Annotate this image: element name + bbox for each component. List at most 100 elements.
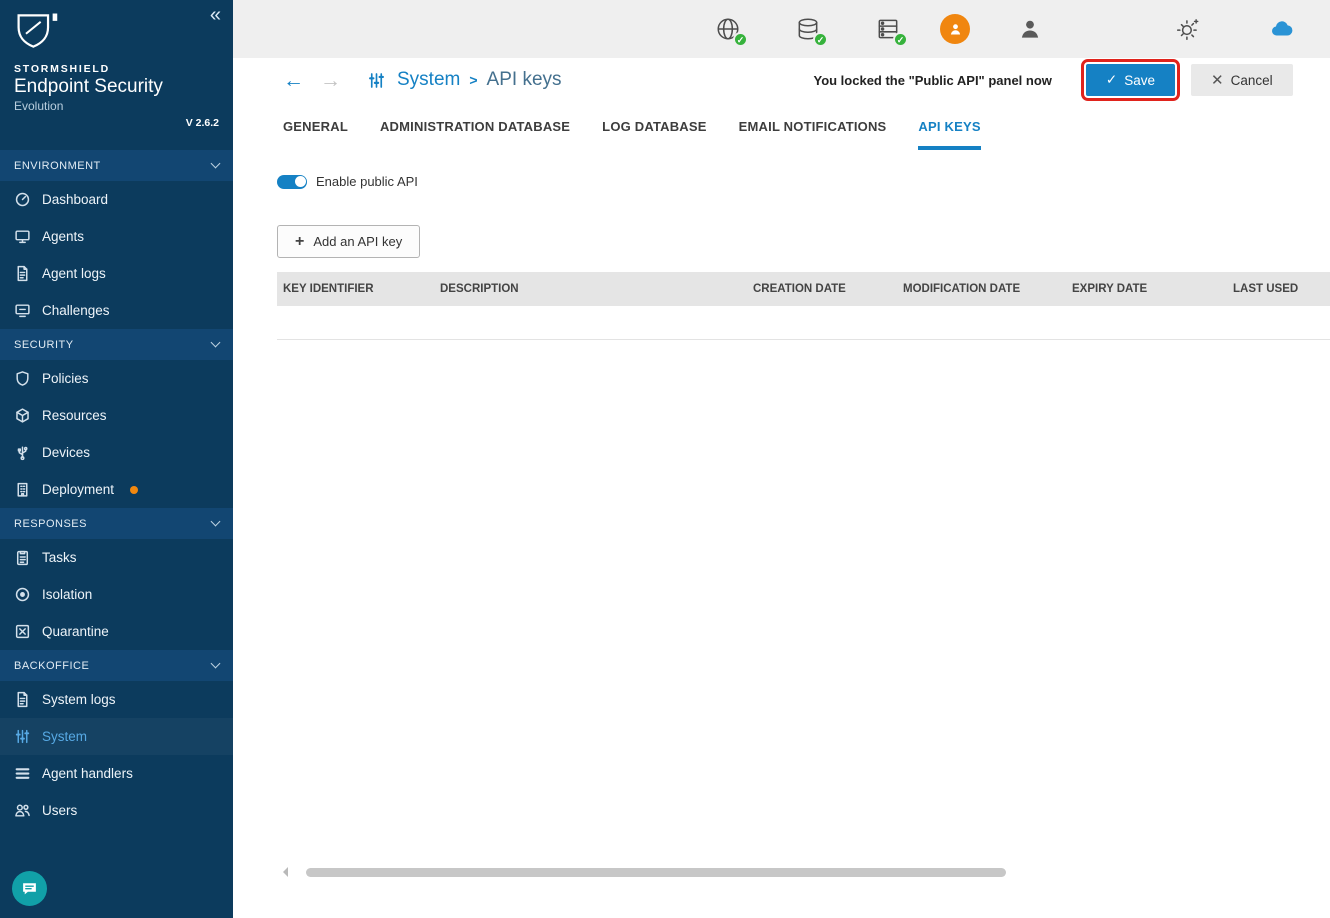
scroll-left-arrow[interactable] xyxy=(283,867,288,877)
main-panel: ✓ ✓ ✓ ← → System > API keys You locked t… xyxy=(233,0,1330,918)
section-label: RESPONSES xyxy=(14,517,87,530)
isolation-icon xyxy=(14,586,31,603)
column-header-description[interactable]: DESCRIPTION xyxy=(434,283,747,295)
sidebar-item-label: Tasks xyxy=(42,550,77,565)
breadcrumb-separator: > xyxy=(469,72,478,88)
forward-arrow-button[interactable]: → xyxy=(320,70,341,91)
sidebar-item-label: Deployment xyxy=(42,482,115,497)
user-icon[interactable] xyxy=(1015,14,1045,44)
chevron-down-icon xyxy=(210,158,221,169)
sidebar-item-resources[interactable]: Resources xyxy=(0,397,233,434)
agent-logs-icon xyxy=(14,265,31,282)
enable-public-api-row: Enable public API xyxy=(277,174,1330,189)
sidebar-item-label: Agents xyxy=(42,229,85,244)
sidebar-item-system-logs[interactable]: System logs xyxy=(0,681,233,718)
cloud-icon[interactable] xyxy=(1267,14,1297,44)
sidebar-item-label: Agent handlers xyxy=(42,766,133,781)
column-header-creation-date[interactable]: CREATION DATE xyxy=(747,283,897,295)
sidebar-item-label: Challenges xyxy=(42,303,110,318)
database-status-ok-icon[interactable]: ✓ xyxy=(793,14,828,47)
column-header-last-used[interactable]: LAST USED xyxy=(1227,283,1330,295)
sidebar-item-label: System logs xyxy=(42,692,116,707)
table-header-row: KEY IDENTIFIER DESCRIPTION CREATION DATE… xyxy=(277,272,1330,306)
server-status-ok-icon[interactable]: ✓ xyxy=(873,14,908,47)
sidebar-section-responses[interactable]: RESPONSES xyxy=(0,508,233,539)
sidebar-item-devices[interactable]: Devices xyxy=(0,434,233,471)
sidebar-item-challenges[interactable]: Challenges xyxy=(0,292,233,329)
brand-product: Endpoint Security xyxy=(14,76,163,97)
brand-block: « STORMSHIELD Endpoint Security Evolutio… xyxy=(0,0,233,150)
section-label: BACKOFFICE xyxy=(14,659,90,672)
toggle-knob xyxy=(294,176,306,187)
sidebar-item-isolation[interactable]: Isolation xyxy=(0,576,233,613)
sidebar-item-label: Agent logs xyxy=(42,266,106,281)
sidebar-item-policies[interactable]: Policies xyxy=(0,360,233,397)
toggle-label: Enable public API xyxy=(316,174,418,189)
section-label: SECURITY xyxy=(14,338,74,351)
sidebar-item-agent-logs[interactable]: Agent logs xyxy=(0,255,233,292)
sidebar-item-label: Isolation xyxy=(42,587,93,602)
brand-edition: Evolution xyxy=(14,99,64,113)
breadcrumb-section[interactable]: System xyxy=(397,69,460,91)
api-keys-table: KEY IDENTIFIER DESCRIPTION CREATION DATE… xyxy=(277,272,1330,340)
chat-support-button[interactable] xyxy=(12,871,47,906)
sidebar-section-backoffice[interactable]: BACKOFFICE xyxy=(0,650,233,681)
system-sliders-icon xyxy=(367,71,386,90)
tab-log-database[interactable]: LOG DATABASE xyxy=(602,102,706,150)
scrollbar-track[interactable] xyxy=(294,867,1330,877)
settings-gear-icon[interactable] xyxy=(1173,14,1203,44)
add-api-key-button[interactable]: + Add an API key xyxy=(277,225,421,258)
sidebar-item-dashboard[interactable]: Dashboard xyxy=(0,181,233,218)
sidebar-item-deployment[interactable]: Deployment xyxy=(0,471,233,508)
column-header-expiry-date[interactable]: EXPIRY DATE xyxy=(1066,283,1227,295)
deployment-notification-dot xyxy=(130,485,139,494)
sidebar-item-system[interactable]: System xyxy=(0,718,233,755)
table-empty-row xyxy=(277,306,1330,340)
system-logs-icon xyxy=(14,691,31,708)
tab-administration-database[interactable]: ADMINISTRATION DATABASE xyxy=(380,102,570,150)
tab-general[interactable]: GENERAL xyxy=(283,102,348,150)
sidebar-item-label: Resources xyxy=(42,408,107,423)
sidebar-item-users[interactable]: Users xyxy=(0,792,233,829)
sidebar-item-agent-handlers[interactable]: Agent handlers xyxy=(0,755,233,792)
breadcrumb-bar: ← → System > API keys You locked the "Pu… xyxy=(233,58,1330,102)
agent-alert-icon[interactable] xyxy=(940,14,970,44)
sidebar-item-label: Quarantine xyxy=(42,624,109,639)
sidebar-item-tasks[interactable]: Tasks xyxy=(0,539,233,576)
breadcrumb: System > API keys xyxy=(397,69,562,91)
settings-tabs: GENERAL ADMINISTRATION DATABASE LOG DATA… xyxy=(233,102,1330,150)
tab-email-notifications[interactable]: EMAIL NOTIFICATIONS xyxy=(739,102,887,150)
section-label: ENVIRONMENT xyxy=(14,159,101,172)
quarantine-icon xyxy=(14,623,31,640)
column-header-modification-date[interactable]: MODIFICATION DATE xyxy=(897,283,1066,295)
sidebar-item-label: System xyxy=(42,729,88,744)
sidebar-section-security[interactable]: SECURITY xyxy=(0,329,233,360)
top-status-bar: ✓ ✓ ✓ xyxy=(233,0,1330,58)
agents-icon xyxy=(14,228,31,245)
column-header-key-identifier[interactable]: KEY IDENTIFIER xyxy=(277,283,434,295)
devices-icon xyxy=(14,444,31,461)
chevron-down-icon xyxy=(210,337,221,348)
status-check-badge: ✓ xyxy=(733,32,748,47)
sidebar-item-label: Policies xyxy=(42,371,89,386)
policies-icon xyxy=(14,370,31,387)
back-arrow-button[interactable]: ← xyxy=(283,70,304,91)
enable-public-api-toggle[interactable] xyxy=(277,174,307,189)
sidebar-item-label: Dashboard xyxy=(42,192,109,207)
scrollbar-thumb[interactable] xyxy=(306,867,1006,877)
brand-version: V 2.6.2 xyxy=(185,117,219,129)
cancel-button[interactable]: ✕ Cancel xyxy=(1191,64,1293,96)
status-check-badge: ✓ xyxy=(893,32,908,47)
tab-api-keys[interactable]: API KEYS xyxy=(918,102,981,150)
sidebar-item-agents[interactable]: Agents xyxy=(0,218,233,255)
sidebar-item-quarantine[interactable]: Quarantine xyxy=(0,613,233,650)
sidebar-section-environment[interactable]: ENVIRONMENT xyxy=(0,150,233,181)
collapse-sidebar-button[interactable]: « xyxy=(210,4,221,27)
globe-status-ok-icon[interactable]: ✓ xyxy=(713,14,748,47)
chevron-down-icon xyxy=(210,658,221,669)
challenges-icon xyxy=(14,302,31,319)
save-button[interactable]: ✓ Save xyxy=(1080,59,1181,101)
check-icon: ✓ xyxy=(1105,72,1118,87)
chat-bubble-icon xyxy=(23,883,36,895)
api-keys-panel: Enable public API + Add an API key KEY I… xyxy=(233,150,1330,918)
